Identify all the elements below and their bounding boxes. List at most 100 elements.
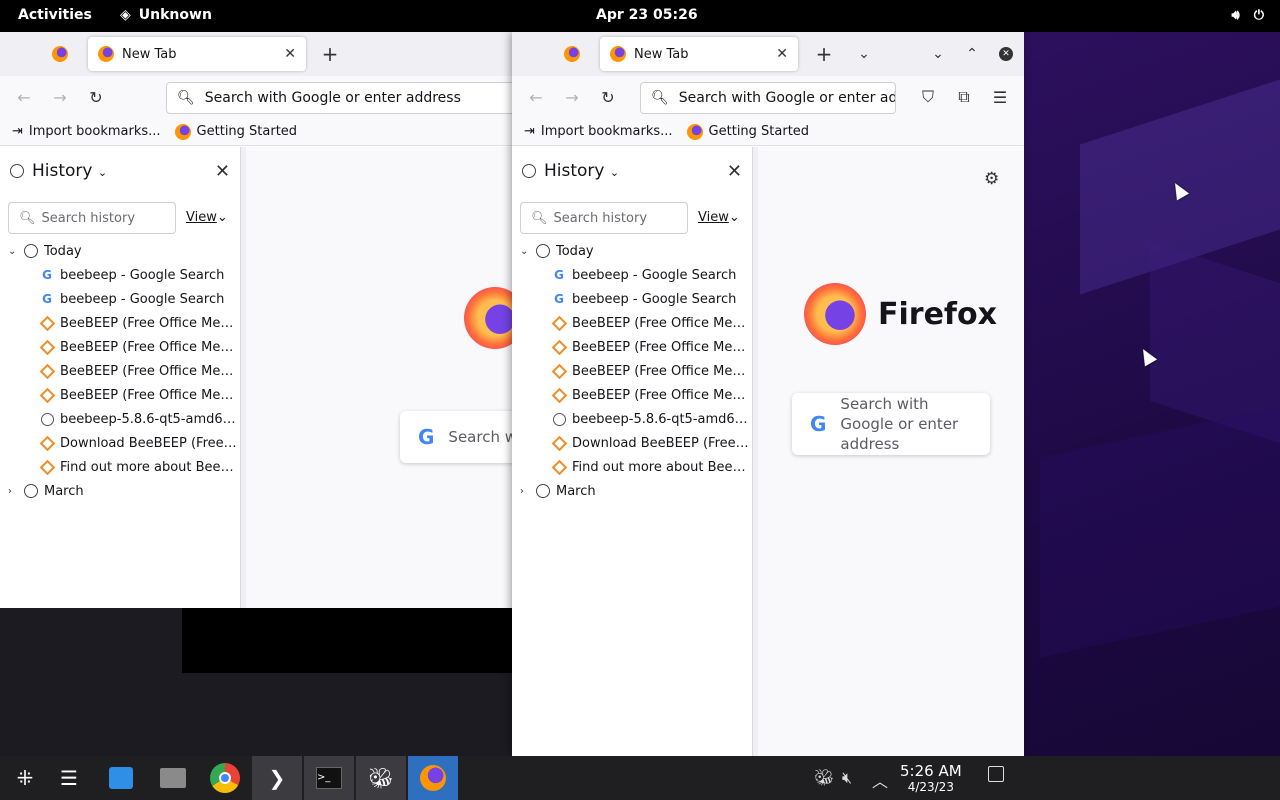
view-label: View (186, 210, 217, 225)
new-tab-button[interactable]: + (812, 42, 836, 66)
view-menu-button[interactable]: View⌄ (698, 210, 740, 225)
pinned-tab[interactable] (42, 38, 78, 70)
history-item[interactable]: BeeBEEP (Free Office Mess... (512, 335, 752, 359)
sidebar-title[interactable]: History ⌄ (32, 161, 207, 181)
import-icon: ⇥ (12, 124, 23, 139)
history-group-today[interactable]: ⌄ Today (512, 239, 752, 263)
pinned-tab[interactable] (554, 38, 590, 70)
taskbar-time: 5:26 AM (900, 762, 962, 780)
system-tray[interactable]: 🔊︎ ⏻ (1232, 8, 1265, 23)
beebeep-tray-icon[interactable]: 🐝︎ (814, 768, 834, 787)
history-item[interactable]: Gbeebeep - Google Search (0, 287, 240, 311)
clock-icon (536, 484, 550, 498)
forward-button[interactable]: → (48, 85, 72, 109)
close-window-icon[interactable]: ✕ (994, 42, 1018, 66)
firefox-icon (686, 123, 703, 140)
url-bar[interactable]: 🔍︎ Search with Google or enter address (640, 82, 896, 114)
power-icon[interactable]: ⏻ (1254, 8, 1264, 23)
history-group-today[interactable]: ⌄ Today (0, 239, 240, 263)
history-item[interactable]: BeeBEEP (Free Office Mess... (0, 359, 240, 383)
chrome-icon[interactable] (200, 756, 250, 800)
history-item-label: beebeep-5.8.6-qt5-amd64.... (572, 411, 750, 427)
history-item[interactable]: Download BeeBEEP (Free ... (512, 431, 752, 455)
close-tab-icon[interactable]: ✕ (284, 46, 296, 62)
reload-button[interactable]: ↻ (596, 85, 620, 109)
speaker-icon[interactable]: 🔊︎ (1232, 8, 1240, 23)
history-item-label: Find out more about BeeB... (60, 459, 238, 475)
new-tab-button[interactable]: + (318, 42, 342, 66)
import-icon: ⇥ (524, 124, 535, 139)
terminal-icon[interactable]: ❯ (252, 756, 302, 800)
history-item[interactable]: beebeep-5.8.6-qt5-amd64.... (0, 407, 240, 431)
bookmark-import[interactable]: ⇥ Import bookmarks... (12, 124, 161, 139)
firefox-icon (52, 46, 68, 62)
chevron-down-icon: ⌄ (97, 166, 108, 179)
close-tab-icon[interactable]: ✕ (776, 46, 788, 62)
list-all-tabs-icon[interactable]: ⌄ (852, 42, 876, 66)
settings-icon[interactable]: ☰ (44, 756, 94, 800)
history-search-input[interactable]: 🔍︎ Search history (8, 202, 176, 234)
history-item[interactable]: beebeep-5.8.6-qt5-amd64.... (512, 407, 752, 431)
tab-new-tab[interactable]: New Tab ✕ (88, 37, 306, 71)
url-bar[interactable]: 🔍︎ Search with Google or enter address (166, 82, 512, 114)
taskbar-clock[interactable]: 5:26 AM 4/23/23 (900, 762, 962, 794)
firefox-window-left: New Tab ✕ + ← → ↻ 🔍︎ Search with Google … (0, 32, 512, 608)
history-item[interactable]: Download BeeBEEP (Free ... (0, 431, 240, 455)
new-tab-search-box[interactable]: G Search w (400, 411, 512, 463)
tab-new-tab[interactable]: New Tab ✕ (600, 37, 798, 71)
close-sidebar-icon[interactable]: ✕ (215, 161, 230, 182)
new-tab-search-box[interactable]: G Search with Google or enter address (792, 393, 990, 455)
bookmark-label: Import bookmarks... (28, 124, 161, 139)
chevron-up-icon[interactable]: ︿ (872, 768, 888, 792)
history-sidebar: History ⌄ ✕ 🔍︎ Search history View⌄ ⌄ To… (512, 147, 753, 756)
forward-button[interactable]: → (560, 85, 584, 109)
beebeep-icon (551, 435, 567, 451)
hamburger-menu-icon[interactable]: ☰ (988, 85, 1012, 109)
app-launcher-icon[interactable]: ⁜ (0, 756, 50, 800)
app-menu[interactable]: ◈ Unknown (120, 7, 212, 23)
maximize-icon[interactable]: ⌃ (960, 42, 984, 66)
group-label: March (44, 483, 84, 499)
show-desktop-icon[interactable] (988, 766, 1004, 786)
beebeep-icon[interactable]: 🐝︎ (356, 756, 406, 800)
history-item[interactable]: BeeBEEP (Free Office Mess... (0, 383, 240, 407)
back-button[interactable]: ← (12, 85, 36, 109)
history-group-march[interactable]: › March (0, 479, 240, 503)
history-item[interactable]: BeeBEEP (Free Office Mess... (512, 359, 752, 383)
top-clock[interactable]: Apr 23 05:26 (596, 7, 698, 23)
history-item-label: BeeBEEP (Free Office Mess... (60, 387, 238, 403)
beebeep-icon (551, 315, 567, 331)
console-icon[interactable]: >_ (304, 756, 354, 800)
sidebar-title[interactable]: History ⌄ (544, 161, 719, 181)
history-item[interactable]: Gbeebeep - Google Search (512, 287, 752, 311)
history-item[interactable]: BeeBEEP (Free Office Mess... (0, 311, 240, 335)
back-button[interactable]: ← (524, 85, 548, 109)
history-item[interactable]: BeeBEEP (Free Office Mess... (512, 311, 752, 335)
reload-button[interactable]: ↻ (84, 85, 108, 109)
bookmark-import[interactable]: ⇥ Import bookmarks... (524, 124, 673, 139)
files-icon[interactable] (148, 756, 198, 800)
view-menu-button[interactable]: View⌄ (186, 210, 228, 225)
history-item[interactable]: BeeBEEP (Free Office Mess... (512, 383, 752, 407)
chevron-down-icon: ⌄ (728, 210, 740, 225)
bookmark-getting-started[interactable]: Getting Started (686, 123, 809, 140)
firefox-icon[interactable] (408, 756, 458, 800)
minimize-icon[interactable]: ⌄ (926, 42, 950, 66)
history-item[interactable]: Gbeebeep - Google Search (0, 263, 240, 287)
history-item[interactable]: Gbeebeep - Google Search (512, 263, 752, 287)
extensions-icon[interactable]: ⧉ (952, 85, 976, 109)
history-item[interactable]: Find out more about BeeB... (512, 455, 752, 479)
pocket-icon[interactable]: ⛉ (916, 85, 940, 109)
gear-icon[interactable]: ⚙ (984, 169, 999, 189)
history-item[interactable]: BeeBEEP (Free Office Mess... (0, 335, 240, 359)
history-group-march[interactable]: › March (512, 479, 752, 503)
software-store-icon[interactable] (96, 756, 146, 800)
history-item[interactable]: Find out more about BeeB... (0, 455, 240, 479)
muted-speaker-icon[interactable]: 🔇︎ (842, 768, 852, 788)
activities-button[interactable]: Activities (18, 7, 92, 23)
history-item-label: BeeBEEP (Free Office Mess... (572, 339, 750, 355)
url-placeholder: Search with Google or enter address (678, 90, 895, 106)
bookmark-getting-started[interactable]: Getting Started (174, 123, 297, 140)
history-search-input[interactable]: 🔍︎ Search history (520, 202, 688, 234)
close-sidebar-icon[interactable]: ✕ (727, 161, 742, 182)
